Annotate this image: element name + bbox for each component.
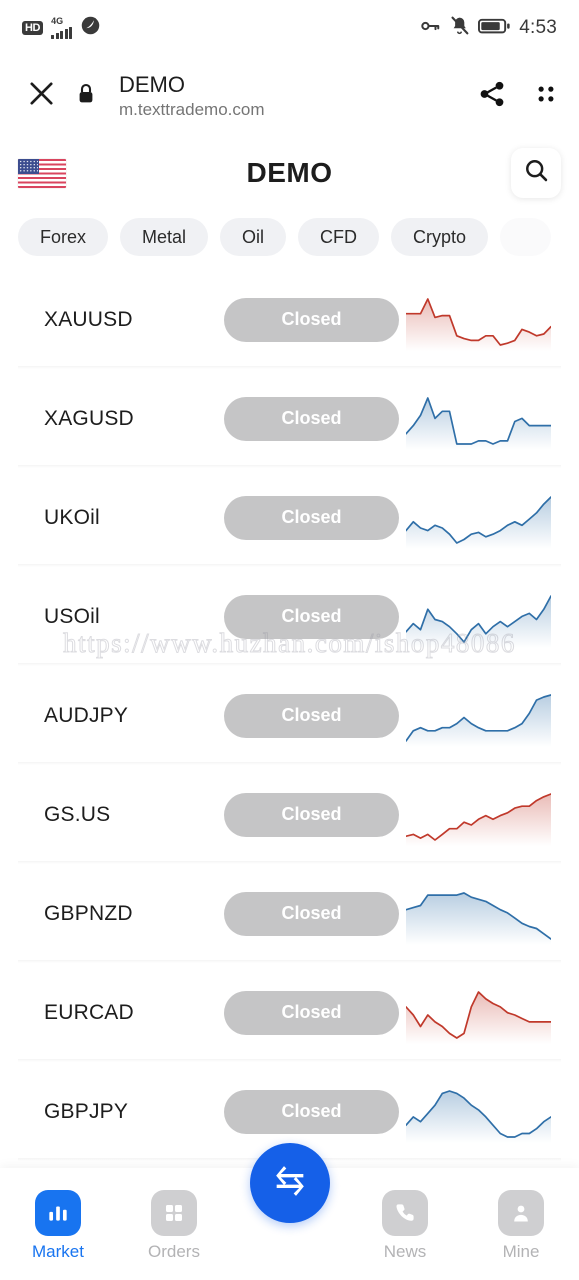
close-icon[interactable] xyxy=(26,78,57,114)
sparkline-chart xyxy=(406,289,551,351)
status-badge[interactable]: Closed xyxy=(224,495,399,540)
nav-label-orders: Orders xyxy=(148,1242,200,1261)
category-chip-cfd[interactable]: CFD xyxy=(298,218,380,256)
phone-icon xyxy=(382,1190,428,1236)
instrument-symbol: UKOil xyxy=(44,505,100,529)
nav-label-market: Market xyxy=(32,1242,84,1261)
status-bar: HD 4G 4:53 xyxy=(0,0,579,56)
battery-icon xyxy=(478,17,511,40)
browser-chrome: DEMO m.texttrademo.com xyxy=(0,56,579,136)
category-chip-oil[interactable]: Oil xyxy=(220,218,287,256)
instrument-symbol: EURCAD xyxy=(44,1000,134,1024)
grid-icon xyxy=(151,1190,197,1236)
page-title: DEMO xyxy=(246,157,333,188)
table-row[interactable]: GS.US Closed xyxy=(0,765,579,864)
status-badge[interactable]: Closed xyxy=(224,594,399,639)
lock-icon xyxy=(75,82,97,111)
status-badge[interactable]: Closed xyxy=(224,792,399,837)
network-type-label: 4G xyxy=(51,16,64,26)
trade-fab-button[interactable] xyxy=(249,1143,330,1223)
instrument-symbol: GBPNZD xyxy=(44,901,133,925)
hd-badge: HD xyxy=(22,21,44,35)
sparkline-chart xyxy=(406,883,551,945)
sparkline-chart xyxy=(406,982,551,1044)
app-header: DEMO xyxy=(0,136,579,210)
nav-item-news[interactable]: News xyxy=(347,1190,463,1262)
share-icon[interactable] xyxy=(477,79,507,114)
status-badge[interactable]: Closed xyxy=(224,396,399,441)
nav-item-market[interactable]: Market xyxy=(0,1190,116,1262)
browser-page-title: DEMO xyxy=(119,71,185,97)
search-icon xyxy=(523,157,550,189)
nav-label-mine: Mine xyxy=(502,1242,540,1261)
search-button[interactable] xyxy=(511,148,561,198)
instrument-symbol: XAGUSD xyxy=(44,406,134,430)
sparkline-chart xyxy=(406,487,551,549)
nav-item-mine[interactable]: Mine xyxy=(463,1190,579,1262)
table-row[interactable]: XAGUSD Closed xyxy=(0,369,579,468)
sparkline-chart xyxy=(406,586,551,648)
status-bar-left: HD 4G xyxy=(22,15,101,41)
status-badge[interactable]: Closed xyxy=(224,1089,399,1134)
instrument-symbol: AUDJPY xyxy=(44,703,129,727)
status-bar-clock: 4:53 xyxy=(519,17,557,38)
instrument-symbol: GBPJPY xyxy=(44,1099,129,1123)
us-flag-icon xyxy=(18,158,66,188)
table-row[interactable]: GBPNZD Closed xyxy=(0,864,579,963)
browser-title-block[interactable]: DEMO m.texttrademo.com xyxy=(119,72,459,121)
instrument-symbol: XAUUSD xyxy=(44,307,133,331)
person-icon xyxy=(498,1190,544,1236)
table-row[interactable]: AUDJPY Closed xyxy=(0,666,579,765)
category-chip-forex[interactable]: Forex xyxy=(18,218,109,256)
sparkline-chart xyxy=(406,1081,551,1143)
data-saver-icon xyxy=(80,15,101,41)
table-row[interactable]: EURCAD Closed xyxy=(0,963,579,1062)
status-badge[interactable]: Closed xyxy=(224,990,399,1035)
category-chip-bar[interactable]: Forex Metal Oil CFD Crypto xyxy=(0,210,579,270)
status-badge[interactable]: Closed xyxy=(224,891,399,936)
status-badge[interactable]: Closed xyxy=(224,693,399,738)
sparkline-chart xyxy=(406,685,551,747)
instrument-symbol: GS.US xyxy=(44,802,111,826)
vpn-key-icon xyxy=(419,15,441,42)
nav-label-news: News xyxy=(383,1242,427,1261)
table-row[interactable]: UKOil Closed xyxy=(0,468,579,567)
table-row[interactable]: USOil Closed xyxy=(0,567,579,666)
sparkline-chart xyxy=(406,784,551,846)
exchange-arrows-icon xyxy=(270,1161,310,1206)
browser-url: m.texttrademo.com xyxy=(119,99,265,119)
bar-chart-icon xyxy=(35,1190,81,1236)
table-row[interactable]: XAUUSD Closed xyxy=(0,270,579,369)
category-chip-crypto[interactable]: Crypto xyxy=(391,218,489,256)
status-bar-right: 4:53 xyxy=(419,15,557,42)
category-chip-overflow[interactable] xyxy=(500,218,552,256)
signal-bars-icon: 4G xyxy=(51,16,73,39)
notifications-muted-icon xyxy=(449,15,470,41)
category-chip-metal[interactable]: Metal xyxy=(120,218,209,256)
grid-menu-icon[interactable] xyxy=(533,81,559,112)
instrument-symbol: USOil xyxy=(44,604,100,628)
instrument-list: XAUUSD Closed XAGUSD Closed UKOil Closed USOil… xyxy=(0,270,579,1161)
status-badge[interactable]: Closed xyxy=(224,297,399,342)
sparkline-chart xyxy=(406,388,551,450)
nav-item-orders[interactable]: Orders xyxy=(116,1190,232,1262)
bottom-navigation: Market Orders News Mine xyxy=(0,1143,579,1280)
